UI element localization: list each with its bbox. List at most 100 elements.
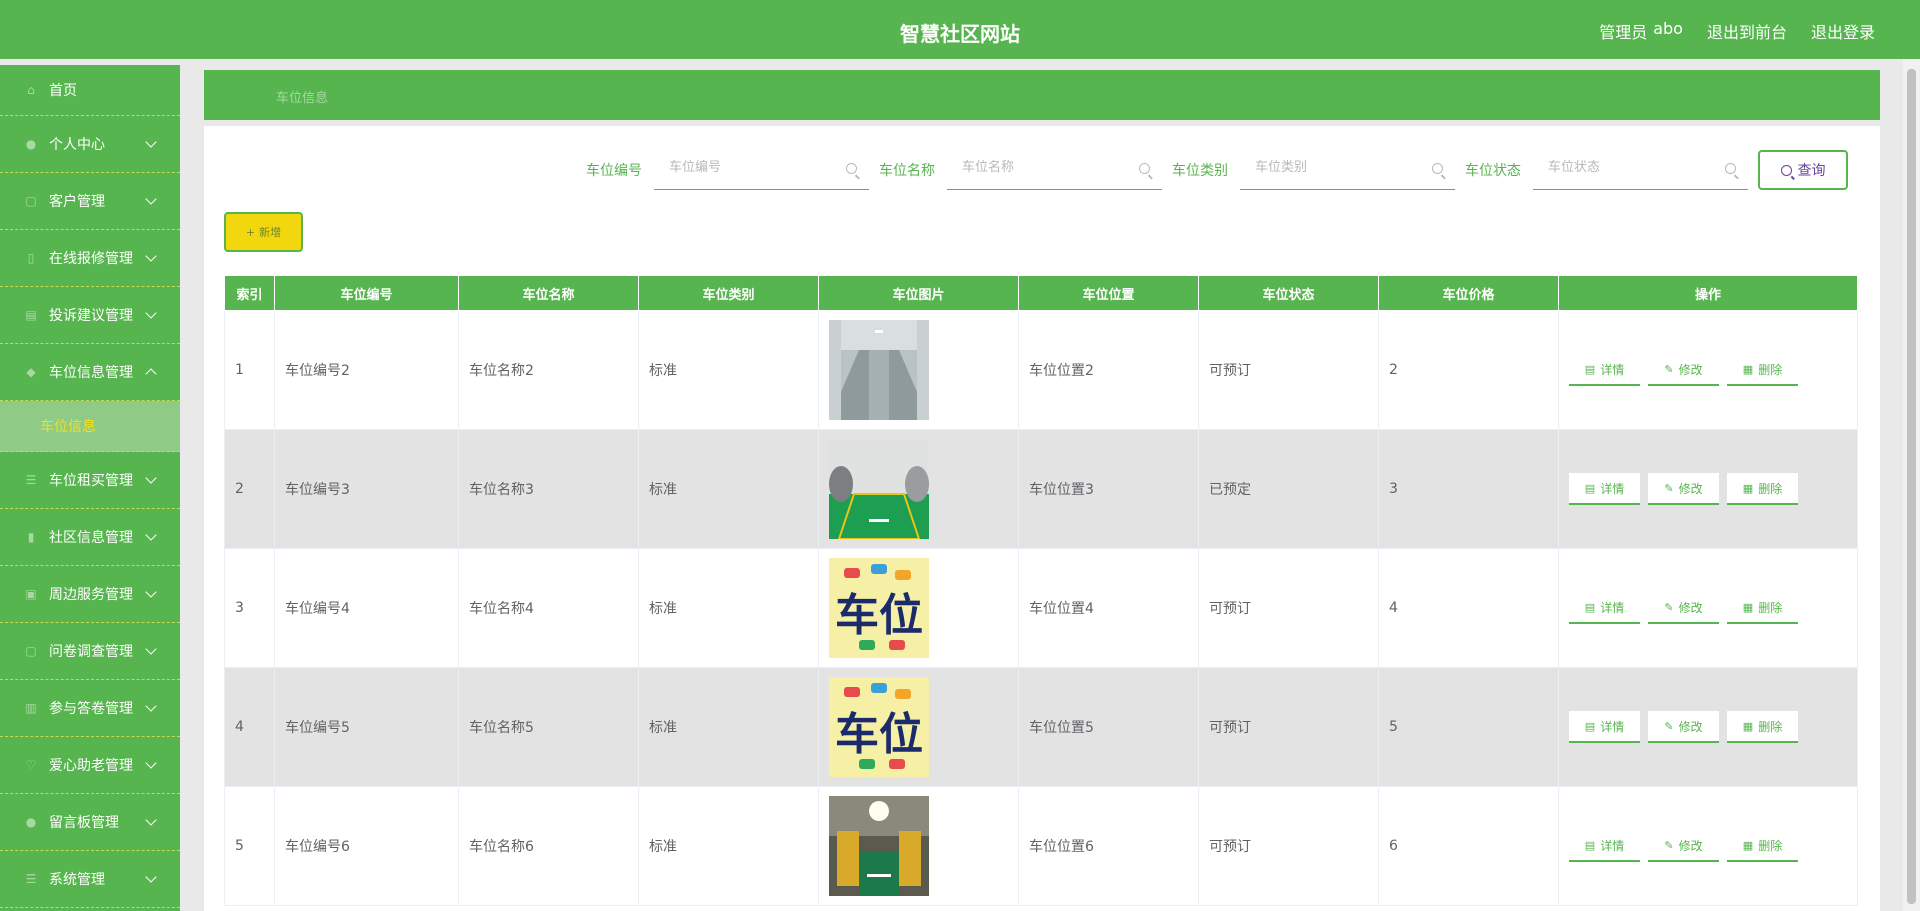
search-icon <box>1780 164 1792 176</box>
sidebar-item-personal-center[interactable]: ● 个人中心 <box>0 116 180 173</box>
current-user: 管理员 abo <box>1599 19 1683 43</box>
parking-sign-cartoon: 车位 <box>829 558 929 658</box>
chart-icon: ▥ <box>25 701 37 715</box>
customers-icon: ▢ <box>25 194 37 208</box>
cell-code: 车位编号3 <box>274 429 459 549</box>
detail-button[interactable]: ▤ 详情 <box>1569 711 1640 743</box>
cell-index: 2 <box>224 429 275 549</box>
cell-location: 车位位置6 <box>1018 786 1199 906</box>
settings-icon: ☰ <box>25 872 37 886</box>
edit-button[interactable]: ✎ 修改 <box>1648 711 1719 743</box>
cell-image <box>818 429 1019 549</box>
detail-button[interactable]: ▤ 详情 <box>1569 592 1640 624</box>
sidebar-subitem-parking-info[interactable]: 车位信息 <box>0 401 180 452</box>
sidebar-item-repair[interactable]: ▯ 在线报修管理 <box>0 230 180 287</box>
cell-actions: ▤ 详情 ✎ 修改 ▦ 删除 <box>1558 786 1858 906</box>
column-header: 车位位置 <box>1018 275 1199 311</box>
cell-name: 车位名称3 <box>458 429 639 549</box>
sidebar-item-elderly-care[interactable]: ♡ 爱心助老管理 <box>0 737 180 794</box>
edit-button[interactable]: ✎ 修改 <box>1648 473 1719 505</box>
chevron-down-icon <box>145 643 157 655</box>
document-icon: ▤ <box>1584 719 1596 733</box>
sidebar: ⌂ 首页 ● 个人中心 ▢ 客户管理 ▯ 在线报修管理 ▤ 投诉建议管理 ◆ 车… <box>0 65 180 911</box>
column-header: 车位价格 <box>1378 275 1559 311</box>
heart-icon: ♡ <box>25 758 37 772</box>
cell-image <box>818 310 1019 430</box>
delete-button[interactable]: ▦ 删除 <box>1727 711 1798 743</box>
delete-button[interactable]: ▦ 删除 <box>1727 354 1798 386</box>
edit-button[interactable]: ✎ 修改 <box>1648 592 1719 624</box>
cell-code: 车位编号4 <box>274 548 459 668</box>
delete-button[interactable]: ▦ 删除 <box>1727 592 1798 624</box>
search-input-name-wrap <box>947 150 1162 190</box>
search-icon <box>1725 163 1736 174</box>
edit-button[interactable]: ✎ 修改 <box>1648 830 1719 862</box>
edit-icon: ✎ <box>1664 838 1674 852</box>
trash-icon: ▦ <box>1742 481 1754 495</box>
logout-link[interactable]: 退出登录 <box>1811 19 1875 43</box>
edit-icon: ✎ <box>1664 362 1674 376</box>
search-icon <box>1432 163 1443 174</box>
cell-code: 车位编号2 <box>274 310 459 430</box>
search-label-code: 车位编号 <box>586 163 642 179</box>
scrollbar-thumb[interactable] <box>1907 69 1916 904</box>
cell-location: 车位位置5 <box>1018 667 1199 787</box>
sidebar-item-parking-info[interactable]: ◆ 车位信息管理 <box>0 344 180 401</box>
search-input-type-wrap <box>1240 150 1455 190</box>
cell-type: 标准 <box>638 786 819 906</box>
chevron-up-icon <box>145 368 157 380</box>
search-input-code[interactable] <box>669 160 839 175</box>
query-button[interactable]: 查询 <box>1758 150 1848 190</box>
sidebar-item-customers[interactable]: ▢ 客户管理 <box>0 173 180 230</box>
search-input-status[interactable] <box>1548 160 1718 175</box>
cell-status: 可预订 <box>1198 310 1379 430</box>
table-header-row: 索引 车位编号 车位名称 车位类别 车位图片 车位位置 车位状态 车位价格 操作 <box>224 275 1858 311</box>
cell-price: 6 <box>1378 786 1559 906</box>
add-button[interactable]: + 新增 <box>224 212 303 252</box>
edit-icon: ✎ <box>1664 481 1674 495</box>
detail-button[interactable]: ▤ 详情 <box>1569 354 1640 386</box>
detail-button[interactable]: ▤ 详情 <box>1569 473 1640 505</box>
cell-index: 3 <box>224 548 275 668</box>
delete-button[interactable]: ▦ 删除 <box>1727 473 1798 505</box>
chevron-down-icon <box>145 586 157 598</box>
sidebar-item-nearby-services[interactable]: ▣ 周边服务管理 <box>0 566 180 623</box>
table-row: 1 车位编号2 车位名称2 标准 车位位置2 可预订 2 ▤ 详情 ✎ 修改 ▦… <box>224 310 1858 430</box>
community-icon: ▮ <box>27 530 35 544</box>
delete-button[interactable]: ▦ 删除 <box>1727 830 1798 862</box>
sidebar-item-home[interactable]: ⌂ 首页 <box>0 65 180 116</box>
search-input-name[interactable] <box>962 160 1132 175</box>
sidebar-item-surveys[interactable]: ▢ 问卷调查管理 <box>0 623 180 680</box>
chevron-down-icon <box>145 307 157 319</box>
cell-index: 1 <box>224 310 275 430</box>
cell-price: 3 <box>1378 429 1559 549</box>
cell-index: 4 <box>224 667 275 787</box>
sidebar-item-community[interactable]: ▮ 社区信息管理 <box>0 509 180 566</box>
cell-name: 车位名称2 <box>458 310 639 430</box>
chevron-down-icon <box>145 871 157 883</box>
edit-icon: ✎ <box>1664 600 1674 614</box>
sidebar-item-complaints[interactable]: ▤ 投诉建议管理 <box>0 287 180 344</box>
cell-code: 车位编号6 <box>274 786 459 906</box>
edit-button[interactable]: ✎ 修改 <box>1648 354 1719 386</box>
sidebar-item-message-board[interactable]: ● 留言板管理 <box>0 794 180 851</box>
survey-icon: ▢ <box>25 644 37 658</box>
sidebar-item-answers[interactable]: ▥ 参与答卷管理 <box>0 680 180 737</box>
cell-actions: ▤ 详情 ✎ 修改 ▦ 删除 <box>1558 429 1858 549</box>
sidebar-item-system[interactable]: ☰ 系统管理 <box>0 851 180 908</box>
trash-icon: ▦ <box>1742 600 1754 614</box>
search-input-type[interactable] <box>1255 160 1425 175</box>
search-label-name: 车位名称 <box>879 163 935 179</box>
repair-icon: ▯ <box>27 251 35 265</box>
page-scrollbar[interactable] <box>1903 59 1920 911</box>
table-row: 2 车位编号3 车位名称3 标准 车位位置3 已预定 3 ▤ 详情 ✎ 修改 ▦… <box>224 429 1858 549</box>
exit-to-front-link[interactable]: 退出到前台 <box>1707 19 1787 43</box>
sidebar-item-parking-rent[interactable]: ☰ 车位租买管理 <box>0 452 180 509</box>
cell-image: 车位 <box>818 548 1019 668</box>
chevron-down-icon <box>145 529 157 541</box>
parking-sign-cartoon: 车位 <box>829 677 929 777</box>
chevron-down-icon <box>145 136 157 148</box>
cell-location: 车位位置4 <box>1018 548 1199 668</box>
chevron-down-icon <box>145 757 157 769</box>
detail-button[interactable]: ▤ 详情 <box>1569 830 1640 862</box>
